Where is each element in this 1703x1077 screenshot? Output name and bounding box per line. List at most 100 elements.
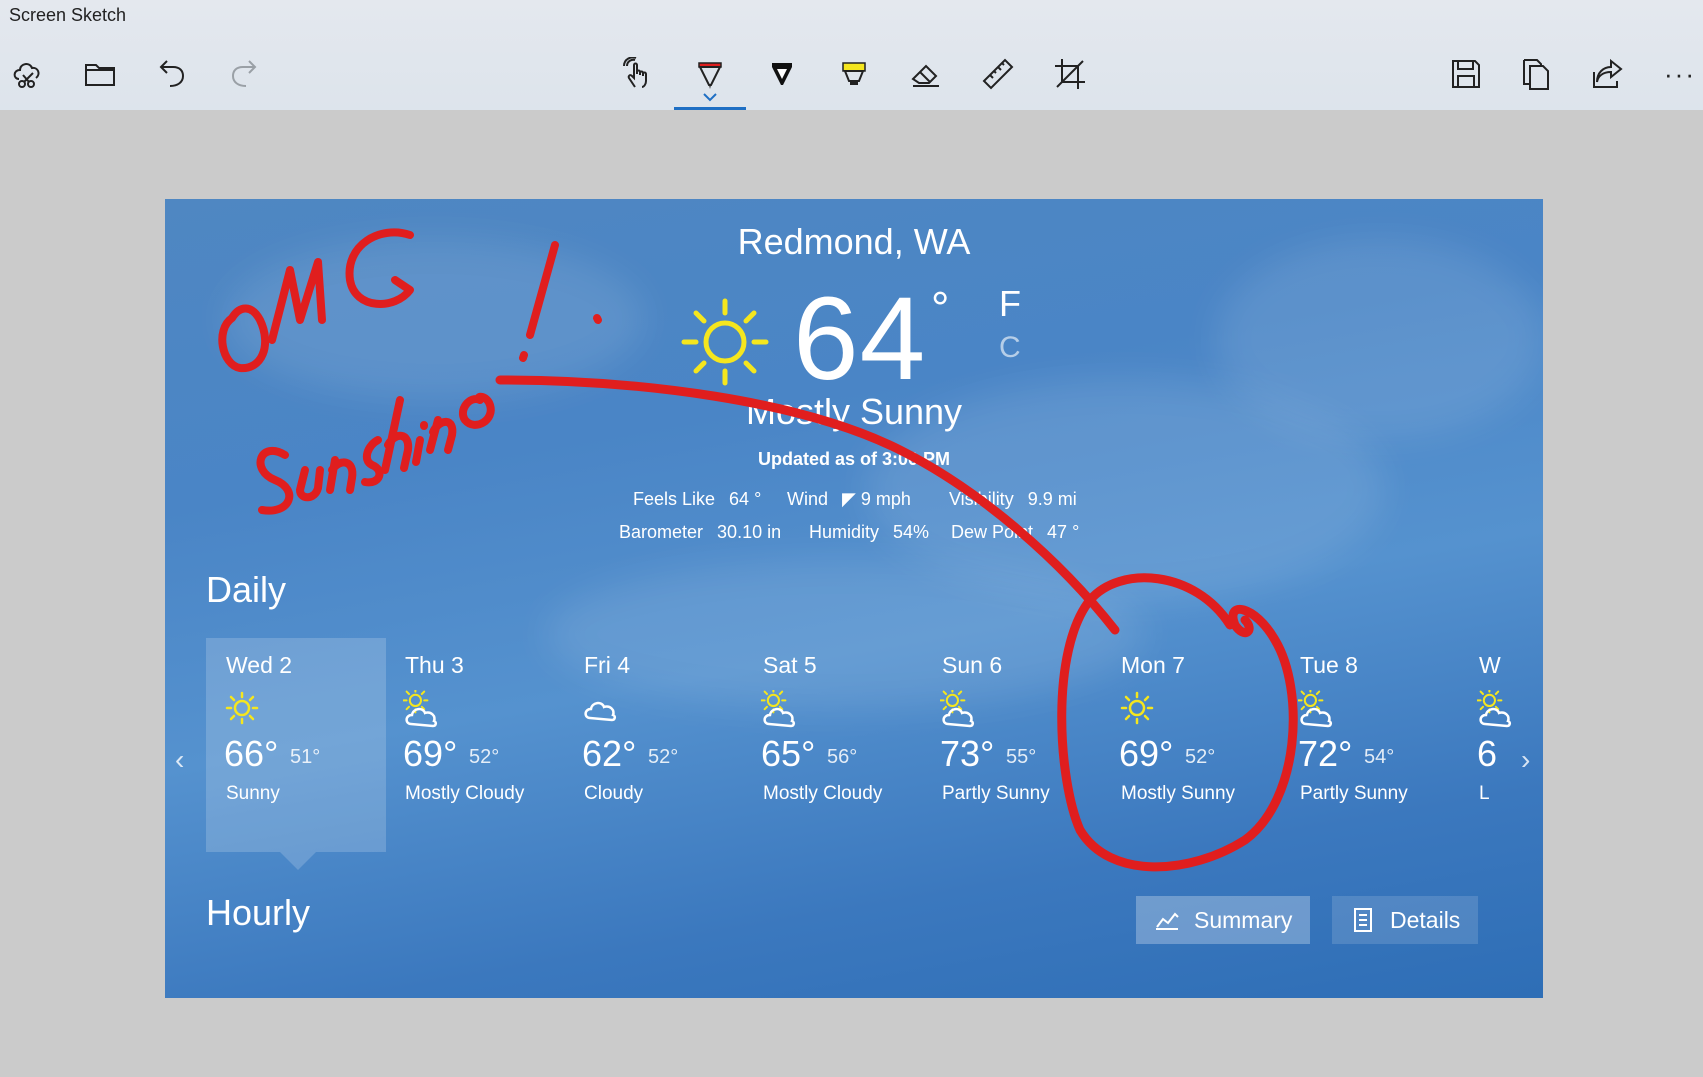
screenshot-canvas[interactable]: Redmond, WA 64 ° F C Mostly Sunny Update…	[165, 199, 1543, 998]
wind: Wind ◤ 9 mph	[787, 489, 911, 510]
day-tile[interactable]: Mon 7 69° 52° Mostly Sunny	[1101, 638, 1281, 852]
day-tile[interactable]: Wed 2 66° 51° Sunny	[206, 638, 386, 852]
degree-symbol: °	[931, 282, 950, 334]
partly-cloudy-icon	[1477, 690, 1512, 728]
document-icon	[1354, 908, 1372, 932]
feels-like-label: Feels Like	[633, 489, 716, 509]
day-tile[interactable]: Tue 8 72° 54° Partly Sunny	[1280, 638, 1460, 852]
summary-label: Summary	[1194, 906, 1293, 933]
dew-point: Dew Point 47 °	[951, 522, 1079, 543]
day-low-temp: 52°	[469, 746, 500, 768]
daily-heading: Daily	[206, 569, 287, 610]
unit-fahrenheit[interactable]: F	[999, 283, 1021, 325]
app-title: Screen Sketch	[9, 5, 127, 25]
day-tile[interactable]: Sat 5 65° 56° Mostly Cloudy	[743, 638, 923, 852]
undo-icon	[159, 60, 185, 87]
save-button[interactable]	[1444, 52, 1488, 96]
pencil-icon	[772, 63, 792, 85]
day-high-temp: 62°	[582, 733, 637, 774]
unit-celsius[interactable]: C	[999, 331, 1021, 365]
day-name: Sun 6	[942, 652, 1003, 678]
humidity-label: Humidity	[809, 522, 880, 542]
summary-button[interactable]: Summary	[1136, 896, 1311, 944]
current-condition: Mostly Sunny	[745, 391, 963, 432]
visibility-label: Visibility	[949, 489, 1014, 509]
day-high-temp: 69°	[1119, 733, 1174, 774]
day-name: Thu 3	[405, 652, 464, 678]
humidity: Humidity 54%	[809, 522, 929, 543]
app-bar: Screen Sketch ···	[0, 0, 1703, 110]
redo-button[interactable]	[222, 52, 266, 96]
eraser-icon	[911, 64, 939, 87]
day-high-temp: 65°	[761, 733, 816, 774]
feels-like: Feels Like 64 °	[633, 489, 761, 510]
humidity-value: 54%	[893, 522, 930, 542]
day-tile[interactable]: Thu 3 69° 52° Mostly Cloudy	[385, 638, 565, 852]
chevron-down-icon[interactable]	[702, 92, 718, 102]
touch-writing-icon	[623, 57, 647, 88]
open-file-button[interactable]	[78, 52, 122, 96]
day-condition: Partly Sunny	[1300, 783, 1408, 804]
hourly-heading: Hourly	[206, 892, 311, 933]
share-button[interactable]	[1586, 52, 1630, 96]
share-icon	[1593, 58, 1623, 88]
selected-day-pointer	[280, 852, 316, 870]
chart-icon	[1156, 912, 1179, 930]
partly-cloudy-icon	[761, 690, 796, 728]
open-folder-icon	[85, 64, 115, 86]
barometer: Barometer 30.10 in	[619, 522, 781, 543]
eraser-button[interactable]	[904, 52, 948, 96]
sun-icon	[225, 691, 259, 725]
pencil-button[interactable]	[760, 52, 804, 96]
day-name: Fri 4	[584, 652, 630, 678]
day-condition: Mostly Sunny	[1121, 783, 1236, 804]
day-name: Tue 8	[1300, 652, 1358, 678]
ballpoint-pen-icon	[698, 62, 722, 89]
crop-icon	[1055, 59, 1085, 89]
highlighter-button[interactable]	[832, 52, 876, 96]
day-tile[interactable]: W 6 L	[1459, 638, 1543, 852]
undo-button[interactable]	[150, 52, 194, 96]
day-low-temp: 52°	[1185, 746, 1216, 768]
ruler-button[interactable]	[976, 52, 1020, 96]
visibility: Visibility 9.9 mi	[949, 489, 1077, 510]
active-tool-indicator	[674, 107, 746, 110]
redo-icon	[231, 60, 257, 87]
day-tile[interactable]: Fri 4 62° 52° Cloudy	[564, 638, 744, 852]
day-condition: Cloudy	[584, 783, 644, 804]
ruler-icon	[982, 58, 1014, 90]
new-snip-button[interactable]	[6, 52, 50, 96]
chevron-left-icon[interactable]: ‹	[175, 744, 184, 776]
partly-cloudy-icon	[940, 690, 975, 728]
more-icon: ···	[1664, 58, 1696, 89]
sun-icon	[1120, 691, 1154, 725]
touch-writing-button[interactable]	[616, 52, 660, 96]
day-name: W	[1479, 652, 1501, 678]
ballpoint-pen-button[interactable]	[688, 52, 732, 96]
partly-cloudy-icon	[1298, 690, 1333, 728]
more-button[interactable]: ···	[1658, 52, 1702, 96]
day-low-temp: 56°	[827, 746, 858, 768]
feels-like-value: 64 °	[729, 489, 762, 509]
day-condition: Mostly Cloudy	[763, 783, 883, 804]
updated-time: Updated as of 3:00 PM	[757, 449, 951, 469]
day-condition: L	[1479, 783, 1490, 804]
copy-button[interactable]	[1514, 52, 1558, 96]
day-tile[interactable]: Sun 6 73° 55° Partly Sunny	[922, 638, 1102, 852]
highlighter-icon	[842, 62, 866, 85]
details-button[interactable]: Details	[1332, 896, 1479, 944]
sun-icon	[681, 298, 769, 386]
current-temperature: 64	[793, 273, 927, 405]
wind-label: Wind	[787, 489, 829, 509]
crop-button[interactable]	[1048, 52, 1092, 96]
details-label: Details	[1390, 906, 1461, 933]
dew-point-value: 47 °	[1047, 522, 1080, 542]
day-low-temp: 54°	[1364, 746, 1395, 768]
day-high-temp: 66°	[224, 733, 279, 774]
day-name: Wed 2	[226, 652, 293, 678]
day-condition: Partly Sunny	[942, 783, 1050, 804]
barometer-label: Barometer	[619, 522, 704, 542]
visibility-value: 9.9 mi	[1027, 489, 1077, 509]
cloud-icon	[584, 701, 617, 722]
day-condition: Sunny	[226, 783, 280, 804]
